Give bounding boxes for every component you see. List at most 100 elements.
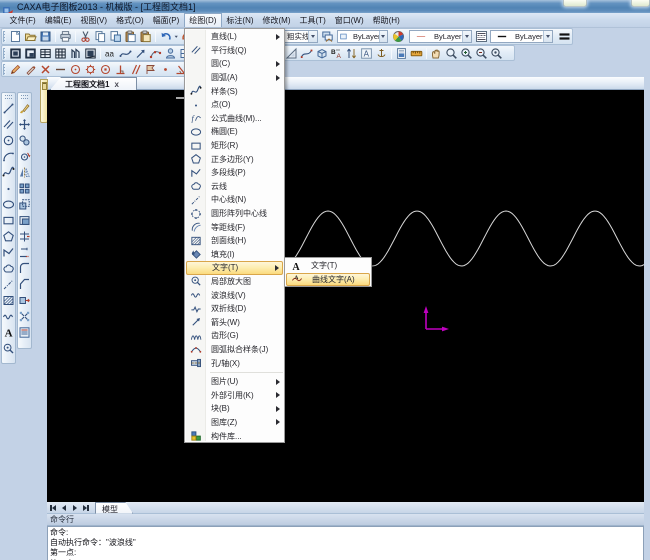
menu-edit[interactable]: 编辑(E) xyxy=(40,13,76,27)
move-button[interactable] xyxy=(18,116,31,132)
text-button[interactable]: A xyxy=(2,324,15,340)
paste-button[interactable] xyxy=(123,29,138,43)
command-panel-header[interactable]: 命令行 xyxy=(47,514,644,526)
properties-button[interactable] xyxy=(18,324,31,340)
frame-edit-button[interactable] xyxy=(83,46,98,60)
layer-combo-dropdown-arrow[interactable] xyxy=(308,31,317,42)
cut-button[interactable] xyxy=(78,29,93,43)
array-button[interactable] xyxy=(18,180,31,196)
erase-button[interactable] xyxy=(18,100,31,116)
snap-flag-button[interactable] xyxy=(143,62,158,76)
draw-menu-item-text[interactable]: 文字(T) xyxy=(186,261,283,275)
circle-button[interactable] xyxy=(2,132,15,148)
sheet-nav-last-button[interactable] xyxy=(81,503,91,513)
detail-view-button[interactable] xyxy=(2,340,15,356)
text-edit-button[interactable]: BA xyxy=(329,46,344,60)
draw-toolbar-grip[interactable] xyxy=(5,95,12,99)
polygon-button[interactable] xyxy=(2,228,15,244)
extend-button[interactable] xyxy=(18,244,31,260)
draw-menu-item-component-library[interactable]: 构件库... xyxy=(186,429,283,443)
snap-dash-button[interactable] xyxy=(53,62,68,76)
rotate-button[interactable] xyxy=(18,148,31,164)
zoom-in-button[interactable] xyxy=(459,46,474,60)
command-history[interactable]: 命令:自动执行命令："波浪线"第一点:第二点: xyxy=(47,526,644,560)
linetype-combo[interactable]: ByLayer xyxy=(409,30,472,43)
corner-button[interactable] xyxy=(18,260,31,276)
clip-button[interactable] xyxy=(18,212,31,228)
model-sheet-tab[interactable]: 模型 xyxy=(95,502,133,514)
snap-off-button[interactable] xyxy=(38,62,53,76)
draw-menu-item-external-ref[interactable]: 外部引用(K) xyxy=(186,388,283,402)
snap-parallel-button[interactable] xyxy=(128,62,143,76)
menu-help[interactable]: 帮助(H) xyxy=(368,13,404,27)
lineweight-combo-dropdown-arrow[interactable] xyxy=(543,31,552,42)
draw-menu-item-centerline[interactable]: 中心线(N) xyxy=(186,193,283,207)
sheet-nav-prev-button[interactable] xyxy=(59,503,69,513)
draw-menu-item-arc[interactable]: 圆弧(A) xyxy=(186,71,283,85)
grid-a-button[interactable]: A xyxy=(359,46,374,60)
wave-button[interactable] xyxy=(2,308,15,324)
layer-settings-button[interactable] xyxy=(321,29,334,43)
point-button[interactable] xyxy=(2,180,15,196)
modify-toolbar-grip[interactable] xyxy=(21,95,28,99)
pencil-1-button[interactable] xyxy=(8,62,23,76)
undo-drop-button[interactable] xyxy=(173,29,180,43)
draw-menu-item-picture[interactable]: 图片(U) xyxy=(186,375,283,389)
menu-modify[interactable]: 修改(M) xyxy=(258,13,295,27)
rectangle-button[interactable] xyxy=(2,212,15,228)
draw-menu-item-library[interactable]: 图库(Z) xyxy=(186,416,283,430)
menu-file[interactable]: 文件(F) xyxy=(5,13,40,27)
toolbar-grip[interactable] xyxy=(3,64,6,75)
draw-menu-item-block[interactable]: 块(B) xyxy=(186,402,283,416)
draw-menu-item-hole-shaft[interactable]: 孔/轴(X) xyxy=(186,356,283,370)
sheet-nav-next-button[interactable] xyxy=(70,503,80,513)
menu-format[interactable]: 格式(O) xyxy=(112,13,149,27)
sheet-nav-first-button[interactable] xyxy=(48,503,58,513)
draw-menu-item-spline[interactable]: 样条(S) xyxy=(186,84,283,98)
new-button[interactable] xyxy=(8,29,23,43)
zoom-button[interactable] xyxy=(444,46,459,60)
frame-setup-button[interactable] xyxy=(8,46,23,60)
arc-button[interactable] xyxy=(2,148,15,164)
save-button[interactable] xyxy=(38,29,53,43)
color-combo-dropdown-arrow[interactable] xyxy=(379,31,387,42)
draw-menu-item-polygon[interactable]: 正多边形(Y) xyxy=(186,152,283,166)
stretch-button[interactable] xyxy=(18,292,31,308)
zoom-dyn-button[interactable] xyxy=(489,46,504,60)
draw-menu-item-wave-line[interactable]: 波浪线(V) xyxy=(186,288,283,302)
document-tab-close-icon[interactable]: x xyxy=(114,80,118,89)
draw-menu-item-gear[interactable]: 齿形(G) xyxy=(186,329,283,343)
trim-button[interactable] xyxy=(18,228,31,244)
draw-menu-item-line[interactable]: 直线(L) xyxy=(186,30,283,44)
drawing-canvas[interactable] xyxy=(47,90,644,502)
zoom-prev-button[interactable] xyxy=(474,46,489,60)
draw-menu-item-parallel[interactable]: 平行线(Q) xyxy=(186,44,283,58)
menu-draw[interactable]: 绘图(D) xyxy=(184,13,222,27)
user-coord-button[interactable] xyxy=(163,46,178,60)
part-no-button[interactable] xyxy=(68,46,83,60)
linetype-combo-dropdown-arrow[interactable] xyxy=(462,31,471,42)
draw-menu-item-cloud[interactable]: 云线 xyxy=(186,180,283,194)
style-manage-button[interactable] xyxy=(148,46,163,60)
dim-style-button[interactable] xyxy=(118,46,133,60)
text-style-button[interactable]: aa xyxy=(103,46,118,60)
draw-menu-item-point[interactable]: 点(O) xyxy=(186,98,283,112)
param-table-button[interactable] xyxy=(38,46,53,60)
hatch-button[interactable] xyxy=(2,292,15,308)
menu-sheet[interactable]: 幅面(P) xyxy=(148,13,184,27)
menu-dimension[interactable]: 标注(N) xyxy=(222,13,258,27)
draw-menu-item-fill[interactable]: 填充(I) xyxy=(186,248,283,262)
snap-gear-button[interactable] xyxy=(83,62,98,76)
lineweight-combo[interactable]: ByLayer xyxy=(490,30,553,43)
pan-button[interactable] xyxy=(429,46,444,60)
draw-menu-item-array-centerline[interactable]: 圆形阵列中心线 xyxy=(186,207,283,221)
chamfer-button[interactable] xyxy=(18,276,31,292)
snap-point-button[interactable] xyxy=(158,62,173,76)
menu-tools[interactable]: 工具(T) xyxy=(295,13,330,27)
text-submenu-item-curve-text[interactable]: A曲线文字(A) xyxy=(286,273,370,287)
parallel-button[interactable] xyxy=(2,116,15,132)
scale-button[interactable] xyxy=(18,196,31,212)
draw-menu-item-hatch[interactable]: 剖面线(H) xyxy=(186,234,283,248)
draw-menu-item-arrow[interactable]: 箭头(W) xyxy=(186,315,283,329)
draw-menu-item-offset[interactable]: 等距线(F) xyxy=(186,220,283,234)
